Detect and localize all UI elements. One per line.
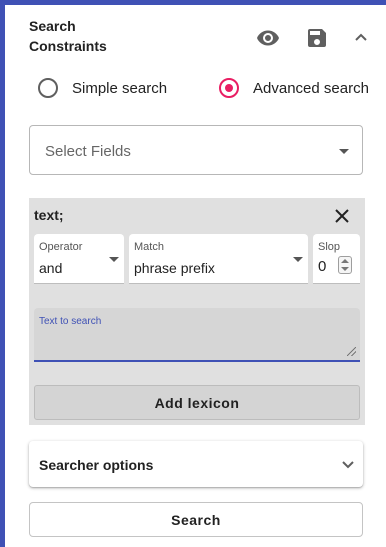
number-spinner[interactable]: [338, 256, 352, 274]
operator-value: and: [39, 260, 63, 276]
advanced-search-label: Advanced search: [253, 79, 369, 97]
left-accent-bar: [0, 0, 5, 547]
radio-checked-icon[interactable]: [219, 78, 239, 98]
resize-handle-icon[interactable]: [347, 347, 356, 356]
simple-search-label: Simple search: [72, 79, 168, 97]
match-select[interactable]: Match phrase prefix: [129, 234, 308, 284]
chevron-up-icon[interactable]: [349, 26, 373, 50]
save-icon[interactable]: [305, 26, 329, 50]
search-button[interactable]: Search: [29, 502, 363, 537]
dropdown-arrow-icon: [293, 257, 303, 262]
dropdown-arrow-icon: [339, 149, 349, 154]
slop-value: 0: [318, 258, 327, 275]
advanced-search-radio[interactable]: Advanced search: [219, 76, 369, 100]
slop-input[interactable]: Slop 0: [313, 234, 360, 284]
chevron-down-icon: [341, 458, 355, 472]
text-to-search-input[interactable]: Text to search: [34, 308, 360, 362]
operator-select[interactable]: Operator and: [34, 234, 124, 284]
simple-search-radio[interactable]: Simple search: [38, 76, 167, 100]
searcher-options-label: Searcher options: [39, 457, 154, 473]
select-fields-dropdown[interactable]: Select Fields: [29, 125, 363, 175]
slop-label: Slop: [318, 241, 341, 253]
match-value: phrase prefix: [134, 260, 215, 276]
dropdown-arrow-icon: [109, 257, 119, 262]
eye-icon[interactable]: [256, 26, 280, 50]
radio-unchecked-icon[interactable]: [38, 78, 58, 98]
text-to-search-label: Text to search: [39, 316, 102, 327]
add-lexicon-button[interactable]: Add lexicon: [34, 385, 360, 420]
panel-title: Search Constraints: [29, 18, 107, 54]
searcher-options-panel[interactable]: Searcher options: [29, 441, 363, 487]
constraint-group: text; Operator and Match phrase prefix S…: [29, 198, 365, 425]
constraint-title: text;: [34, 207, 64, 223]
close-icon[interactable]: [333, 207, 351, 225]
top-accent-bar: [0, 0, 386, 5]
operator-label: Operator: [39, 241, 83, 253]
match-label: Match: [134, 241, 164, 253]
select-fields-placeholder: Select Fields: [45, 143, 131, 160]
